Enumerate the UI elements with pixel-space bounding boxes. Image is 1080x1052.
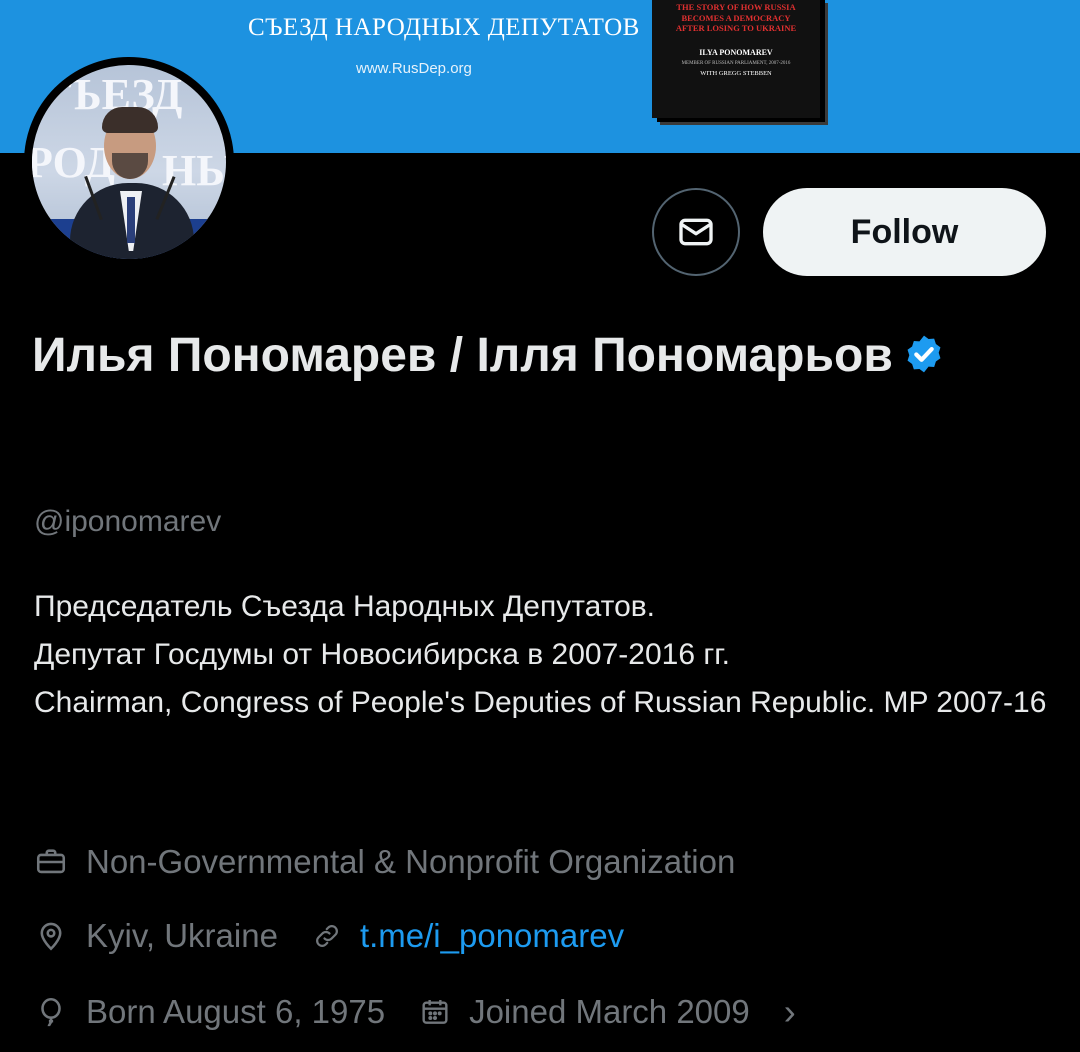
avatar-photo: ЪЕЗД РОД НЫ xyxy=(32,65,226,259)
category-label: Non-Governmental & Nonprofit Organizatio… xyxy=(86,843,736,880)
book-line-2: BECOMES A DEMOCRACY xyxy=(681,12,791,23)
avatar-hair xyxy=(102,107,158,133)
banner-title: СЪЕЗД НАРОДНЫХ ДЕПУТАТОВ xyxy=(248,14,640,41)
avatar-tie xyxy=(127,197,135,243)
message-button[interactable] xyxy=(652,188,740,276)
location-pin-icon xyxy=(34,919,68,953)
follow-button[interactable]: Follow xyxy=(763,188,1046,276)
envelope-icon xyxy=(679,218,713,246)
link-icon xyxy=(312,921,342,951)
location-label: Kyiv, Ukraine xyxy=(86,917,278,954)
born-label: Born August 6, 1975 xyxy=(86,993,386,1030)
avatar-backdrop-text-3: НЫ xyxy=(162,146,226,195)
book-subtitle: MEMBER OF RUSSIAN PARLIAMENT, 2007-2016 xyxy=(681,60,791,66)
calendar-icon xyxy=(419,996,451,1028)
book-author: ILYA PONOMAREV xyxy=(699,47,773,57)
joined-label: Joined March 2009 xyxy=(469,993,750,1030)
profile-location-row: Kyiv, Ukraine t.me/i_ponomarev xyxy=(34,917,624,955)
profile-category: Non-Governmental & Nonprofit Organizatio… xyxy=(34,843,735,881)
avatar-backdrop-text-2: РОД xyxy=(32,138,115,187)
profile-handle: @iponomarev xyxy=(34,505,222,538)
banner-url: www.RusDep.org xyxy=(356,60,472,77)
book-line-1: THE STORY OF HOW RUSSIA xyxy=(676,2,796,12)
profile-website-link[interactable]: t.me/i_ponomarev xyxy=(360,917,624,955)
book-cover-image: THE STORY OF HOW RUSSIA BECOMES A DEMOCR… xyxy=(652,0,820,118)
profile-dates-row: Born August 6, 1975 Joined March 2009 › xyxy=(34,991,796,1033)
profile-bio: Председатель Съезда Народных Депутатов. … xyxy=(34,590,1047,719)
chevron-right-icon[interactable]: › xyxy=(784,991,796,1033)
display-name: Илья Пономарев / Ілля Пономарьов xyxy=(32,329,893,382)
book-line-3: AFTER LOSING TO UKRAINE xyxy=(675,23,797,33)
profile-avatar[interactable]: ЪЕЗД РОД НЫ xyxy=(24,57,234,267)
balloon-icon xyxy=(34,995,68,1029)
verified-badge-icon[interactable] xyxy=(903,322,945,398)
book-coauthor: WITH GREGG STEBBEN xyxy=(700,69,772,77)
briefcase-icon xyxy=(34,845,68,879)
profile-name: Илья Пономарев / Ілля Пономарьов xyxy=(32,318,1042,398)
